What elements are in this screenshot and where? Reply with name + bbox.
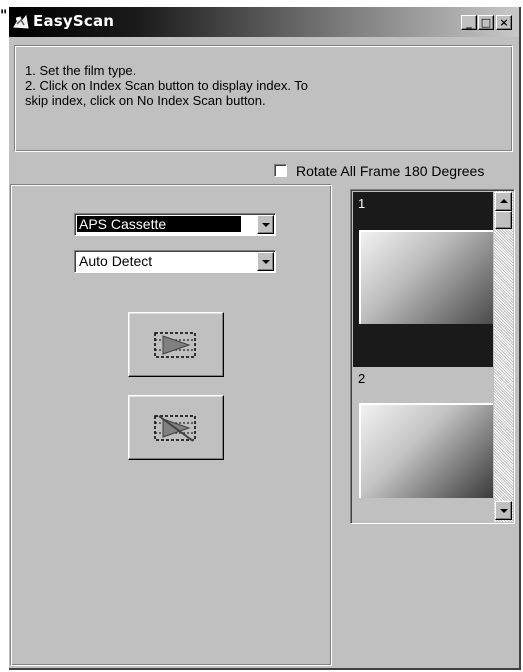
frame-image-1[interactable]	[359, 230, 493, 324]
index-scan-icon	[154, 332, 196, 358]
film-type-dropdown-arrow[interactable]	[257, 215, 274, 234]
title-bar[interactable]: EasyScan _ □ ×	[9, 7, 519, 37]
frame-number-1: 1	[358, 196, 366, 211]
instruction-line-1: 1. Set the film type.	[25, 63, 137, 78]
scroll-down-arrow-icon[interactable]	[495, 501, 512, 520]
close-button[interactable]: ×	[496, 15, 512, 30]
frame-thumbnail-1[interactable]: 1	[353, 192, 493, 367]
instruction-line-3: skip index, click on No Index Scan butto…	[25, 93, 266, 108]
frame-thumbnail-2[interactable]: 2	[353, 367, 493, 522]
detect-mode-dropdown-arrow[interactable]	[257, 252, 274, 271]
easyscan-app-icon	[13, 14, 29, 29]
scrollbar-thumb[interactable]	[495, 211, 512, 229]
maximize-button[interactable]: □	[478, 15, 494, 30]
stray-quote-mark: "	[0, 8, 8, 24]
instruction-line-2: 2. Click on Index Scan button to display…	[25, 78, 309, 93]
easyscan-window: EasyScan _ □ × 1. Set the film type. 2. …	[9, 7, 521, 670]
detect-mode-selected[interactable]: Auto Detect	[77, 253, 154, 269]
scroll-up-arrow-icon[interactable]	[495, 192, 512, 211]
minimize-button[interactable]: _	[461, 15, 477, 30]
thumbnail-scrollbar[interactable]	[494, 191, 513, 522]
index-scan-button[interactable]	[128, 312, 224, 377]
no-index-scan-icon	[154, 415, 196, 442]
scan-controls-panel: APS Cassette Auto Detect	[10, 184, 332, 666]
frame-image-2[interactable]	[359, 403, 493, 498]
detect-mode-dropdown[interactable]: Auto Detect	[74, 250, 276, 273]
frame-number-2: 2	[358, 371, 366, 386]
film-type-dropdown[interactable]: APS Cassette	[74, 213, 276, 236]
no-index-scan-button[interactable]	[128, 395, 224, 460]
rotate-all-label[interactable]: Rotate All Frame 180 Degrees	[296, 163, 484, 179]
window-title: EasyScan	[33, 12, 115, 30]
frame-thumbnail-list[interactable]: 1 2	[350, 189, 515, 524]
film-type-selected[interactable]: APS Cassette	[77, 216, 241, 232]
instructions-panel: 1. Set the film type. 2. Click on Index …	[14, 45, 513, 152]
rotate-all-checkbox[interactable]	[274, 164, 287, 177]
